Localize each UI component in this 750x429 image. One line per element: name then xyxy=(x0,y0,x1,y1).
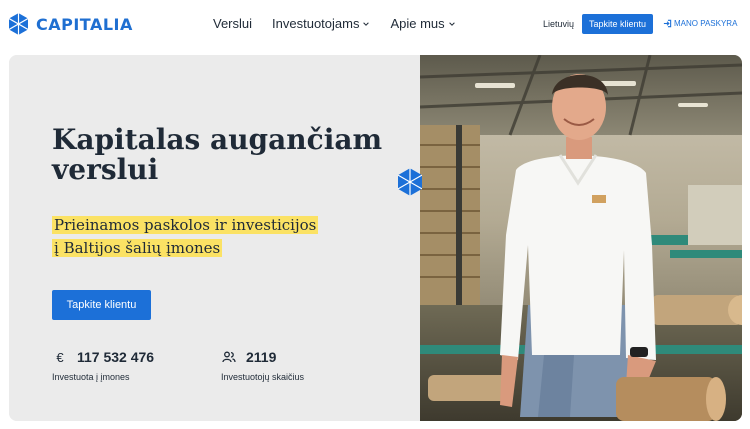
brand-name: CAPITALIA xyxy=(36,14,133,34)
hero-title: Kapitalas augančiam verslui xyxy=(52,123,383,186)
sign-in-icon xyxy=(663,19,672,28)
hero-text-panel: Kapitalas augančiam verslui Prieinamos p… xyxy=(9,55,420,421)
euro-icon: € xyxy=(56,349,64,365)
nav-item-verslui[interactable]: Verslui xyxy=(213,16,252,31)
stat-value: 117 532 476 xyxy=(77,349,155,365)
my-account-label: MANO PASKYRA xyxy=(674,19,738,28)
nav-item-label: Investuotojams xyxy=(272,16,360,31)
nav-item-apie-mus[interactable]: Apie mus xyxy=(390,16,455,31)
main-nav: Verslui Investuotojams Apie mus xyxy=(213,16,456,31)
logo[interactable]: CAPITALIA xyxy=(9,13,133,35)
users-icon xyxy=(221,350,237,364)
become-client-hero-button[interactable]: Tapkite klientu xyxy=(52,290,151,320)
hero-subtitle-line-2: į Baltijos šalių įmones xyxy=(52,239,223,257)
nav-item-label: Apie mus xyxy=(390,16,445,31)
site-header: CAPITALIA Verslui Investuotojams Apie mu… xyxy=(0,0,750,48)
nav-item-label: Verslui xyxy=(213,16,253,31)
stat-invested: € 117 532 476 Investuota į įmones xyxy=(52,349,154,382)
hero-subtitle: Prieinamos paskolos ir investicijos į Ba… xyxy=(52,214,332,260)
my-account-link[interactable]: MANO PASKYRA xyxy=(663,19,737,28)
man-in-white-polo-at-sawmill-photo xyxy=(420,55,742,421)
chevron-down-icon xyxy=(448,21,455,26)
nav-item-investuotojams[interactable]: Investuotojams xyxy=(272,16,370,31)
stat-label: Investuota į įmones xyxy=(52,372,130,382)
hero-subtitle-line-1: Prieinamos paskolos ir investicijos xyxy=(52,216,319,234)
become-client-header-button[interactable]: Tapkite klientu xyxy=(582,14,653,34)
stat-value: 2119 xyxy=(246,349,277,365)
stat-investors: 2119 Investuotojų skaičius xyxy=(221,349,304,382)
stat-label: Investuotojų skaičius xyxy=(221,372,305,382)
language-switcher[interactable]: Lietuvių xyxy=(543,19,574,29)
hero-section: Kapitalas augančiam verslui Prieinamos p… xyxy=(9,55,742,421)
chevron-down-icon xyxy=(363,21,370,26)
capitalia-hex-logo-icon xyxy=(9,13,28,35)
capitalia-hex-badge-icon xyxy=(398,168,422,196)
